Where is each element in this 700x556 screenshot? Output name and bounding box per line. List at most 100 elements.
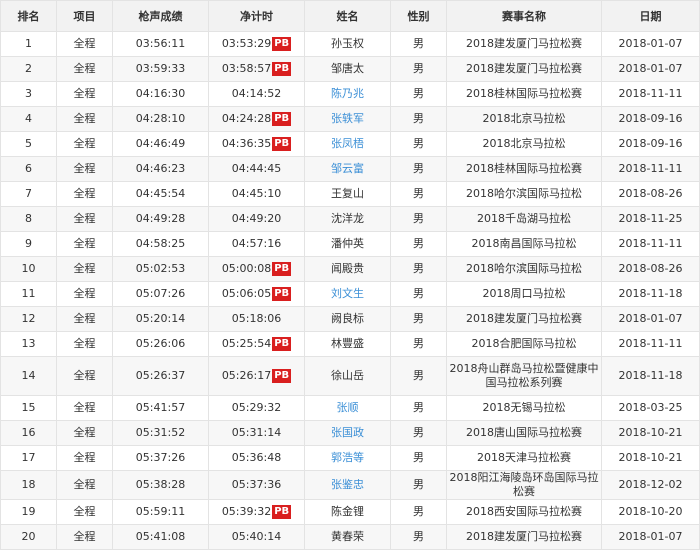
net-time-cell: 04:24:28 PB xyxy=(208,106,305,132)
pb-badge: PB xyxy=(272,62,292,76)
race-cell: 2018周口马拉松 xyxy=(446,281,602,307)
gun-time-cell: 05:26:37 xyxy=(112,356,209,396)
gender-cell: 男 xyxy=(390,470,447,500)
gender-cell: 男 xyxy=(390,281,447,307)
table-row: 18 全程 05:38:28 05:37:36 张鉴忠男 2018阳江海陵岛环岛国际马拉松… xyxy=(0,470,700,500)
name-cell[interactable]: 郭浩等 xyxy=(304,445,391,471)
name-cell[interactable]: 张顺 xyxy=(304,395,391,421)
rank-cell: 7 xyxy=(0,181,57,207)
net-time-cell: 04:49:20 xyxy=(208,206,305,232)
table-row: 3 全程 04:16:30 04:14:52 陈乃兆男 2018桂林国际马拉松赛 2018-… xyxy=(0,81,700,107)
rank-cell: 18 xyxy=(0,470,57,500)
gender-cell: 男 xyxy=(390,56,447,82)
name-cell: 王复山 xyxy=(304,181,391,207)
race-cell: 2018西安国际马拉松赛 xyxy=(446,499,602,525)
date-cell: 2018-10-21 xyxy=(601,445,700,471)
header-race: 赛事名称 xyxy=(446,0,602,32)
net-time-value: 04:44:45 xyxy=(231,162,282,175)
gender-cell: 男 xyxy=(390,395,447,421)
name-cell[interactable]: 张国政 xyxy=(304,420,391,446)
date-cell: 2018-10-21 xyxy=(601,420,700,446)
name-cell: 陈金锂 xyxy=(304,499,391,525)
table-row: 1 全程 03:56:11 03:53:29 PB 孙玉权男 2018建发厦门马拉松赛 201… xyxy=(0,31,700,57)
pb-badge: PB xyxy=(272,369,292,383)
race-cell: 2018唐山国际马拉松赛 xyxy=(446,420,602,446)
net-time-cell: 05:40:14 xyxy=(208,524,305,550)
name-cell[interactable]: 陈乃兆 xyxy=(304,81,391,107)
header-gender: 性别 xyxy=(390,0,447,32)
rank-cell: 1 xyxy=(0,31,57,57)
net-time-value: 05:18:06 xyxy=(231,312,282,325)
gun-time-cell: 05:38:28 xyxy=(112,470,209,500)
pb-badge: PB xyxy=(272,505,292,519)
net-time-cell: 05:00:08 PB xyxy=(208,256,305,282)
event-cell: 全程 xyxy=(56,31,113,57)
gun-time-cell: 04:16:30 xyxy=(112,81,209,107)
net-time-value: 04:24:28 xyxy=(221,112,272,125)
net-time-cell: 04:36:35 PB xyxy=(208,131,305,157)
name-cell[interactable]: 邹云富 xyxy=(304,156,391,182)
date-cell: 2018-11-11 xyxy=(601,81,700,107)
date-cell: 2018-10-20 xyxy=(601,499,700,525)
net-time-value: 03:53:29 xyxy=(221,37,272,50)
gun-time-cell: 05:02:53 xyxy=(112,256,209,282)
pb-badge: PB xyxy=(272,37,292,51)
date-cell: 2018-01-07 xyxy=(601,524,700,550)
rank-cell: 13 xyxy=(0,331,57,357)
name-cell[interactable]: 张轶军 xyxy=(304,106,391,132)
race-cell: 2018天津马拉松赛 xyxy=(446,445,602,471)
race-cell: 2018南昌国际马拉松 xyxy=(446,231,602,257)
rank-cell: 11 xyxy=(0,281,57,307)
gun-time-cell: 05:31:52 xyxy=(112,420,209,446)
rank-cell: 6 xyxy=(0,156,57,182)
event-cell: 全程 xyxy=(56,81,113,107)
net-time-value: 04:36:35 xyxy=(221,137,272,150)
event-cell: 全程 xyxy=(56,306,113,332)
net-time-value: 04:57:16 xyxy=(231,237,282,250)
event-cell: 全程 xyxy=(56,524,113,550)
race-cell: 2018北京马拉松 xyxy=(446,131,602,157)
table-row: 2 全程 03:59:33 03:58:57 PB 邹唐太男 2018建发厦门马拉松赛 201… xyxy=(0,56,700,82)
event-cell: 全程 xyxy=(56,56,113,82)
date-cell: 2018-01-07 xyxy=(601,306,700,332)
table-row: 16 全程 05:31:52 05:31:14 张国政男 2018唐山国际马拉松赛 2018… xyxy=(0,420,700,446)
rank-cell: 12 xyxy=(0,306,57,332)
net-time-value: 05:37:36 xyxy=(231,478,282,491)
header-date: 日期 xyxy=(601,0,700,32)
name-cell: 邹唐太 xyxy=(304,56,391,82)
table-row: 10 全程 05:02:53 05:00:08 PB 闻殿贵男 2018哈尔滨国际马拉松 20… xyxy=(0,256,700,282)
date-cell: 2018-08-26 xyxy=(601,181,700,207)
gender-cell: 男 xyxy=(390,356,447,396)
gender-cell: 男 xyxy=(390,31,447,57)
name-cell[interactable]: 张凤梧 xyxy=(304,131,391,157)
race-cell: 2018哈尔滨国际马拉松 xyxy=(446,256,602,282)
net-time-value: 05:06:05 xyxy=(221,287,272,300)
gender-cell: 男 xyxy=(390,445,447,471)
name-cell[interactable]: 张鉴忠 xyxy=(304,470,391,500)
gender-cell: 男 xyxy=(390,131,447,157)
date-cell: 2018-01-07 xyxy=(601,56,700,82)
event-cell: 全程 xyxy=(56,156,113,182)
net-time-cell: 05:36:48 xyxy=(208,445,305,471)
pb-badge: PB xyxy=(272,337,292,351)
name-cell[interactable]: 刘文生 xyxy=(304,281,391,307)
table-row: 5 全程 04:46:49 04:36:35 PB 张凤梧男 2018北京马拉松 2018-0… xyxy=(0,131,700,157)
gun-time-cell: 05:59:11 xyxy=(112,499,209,525)
net-time-cell: 05:06:05 PB xyxy=(208,281,305,307)
table-row: 15 全程 05:41:57 05:29:32 张顺男 2018无锡马拉松 2018-03-… xyxy=(0,395,700,421)
date-cell: 2018-11-18 xyxy=(601,356,700,396)
name-cell: 黄春荣 xyxy=(304,524,391,550)
event-cell: 全程 xyxy=(56,181,113,207)
rank-cell: 5 xyxy=(0,131,57,157)
date-cell: 2018-11-18 xyxy=(601,281,700,307)
event-cell: 全程 xyxy=(56,281,113,307)
pb-badge: PB xyxy=(272,262,292,276)
net-time-cell: 03:58:57 PB xyxy=(208,56,305,82)
race-cell: 2018建发厦门马拉松赛 xyxy=(446,31,602,57)
net-time-cell: 05:18:06 xyxy=(208,306,305,332)
gun-time-cell: 05:41:57 xyxy=(112,395,209,421)
gun-time-cell: 04:46:23 xyxy=(112,156,209,182)
race-cell: 2018哈尔滨国际马拉松 xyxy=(446,181,602,207)
net-time-value: 04:49:20 xyxy=(231,212,282,225)
table-row: 14 全程 05:26:37 05:26:17 PB 徐山岳男 2018舟山群岛马拉松暨健康… xyxy=(0,356,700,396)
